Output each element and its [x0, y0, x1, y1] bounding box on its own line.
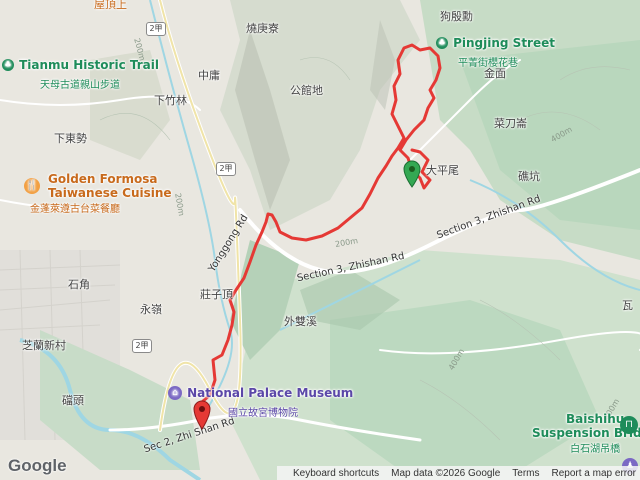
poi-pingjing[interactable]: ♣ Pingjing Street 平菁街櫻花巷 [436, 32, 555, 70]
road-shield: 2甲 [146, 22, 166, 36]
place-label: 下竹林 [154, 94, 187, 107]
place-label: 下東勢 [54, 132, 87, 145]
poi-name-zh: 白石湖吊橋 [570, 444, 621, 455]
google-logo: Google [8, 456, 67, 475]
attribution-bar: Keyboard shortcuts Map data ©2026 Google… [276, 466, 640, 480]
poi-name-en: National Palace Museum [187, 386, 354, 400]
road-shield: 2甲 [132, 339, 152, 353]
poi-name-en: Tianmu Historic Trail [19, 58, 159, 72]
red-pin-icon[interactable] [193, 400, 211, 430]
place-label: 狗殷勳 [440, 10, 473, 23]
poi-name-en: Golden Formosa [48, 172, 158, 186]
poi-name-zh: 天母古道親山步道 [40, 80, 120, 91]
poi-golden-formosa[interactable]: 🍴 Golden Formosa Taiwanese Cuisine 金蓬萊遵古… [4, 172, 172, 215]
place-label: 外雙溪 [284, 315, 317, 328]
place-label: 菜刀崙 [494, 117, 527, 130]
place-label: 大平尾 [426, 164, 459, 177]
poi-name-zh: 平菁街櫻花巷 [458, 58, 518, 69]
map-data-text: Map data ©2026 Google [391, 467, 501, 479]
poi-name-en: Pingjing Street [453, 36, 555, 50]
place-label: 中庸 [198, 69, 220, 82]
place-label: 瓦 [622, 299, 633, 312]
restaurant-icon: 🍴 [24, 178, 40, 194]
place-label: 莊子頂 [200, 288, 233, 301]
report-error-link[interactable]: Report a map error [552, 468, 636, 479]
park-icon: ♣ [2, 58, 14, 71]
poi-name-en2: Taiwanese Cuisine [48, 186, 172, 200]
bridge-icon: ⊓ [620, 416, 638, 434]
museum-icon: ⌂ [168, 385, 182, 400]
park-icon: ♣ [436, 36, 448, 49]
place-label: 公館地 [290, 84, 323, 97]
place-label: 永嶺 [140, 303, 162, 316]
terms-link[interactable]: Terms [512, 468, 539, 479]
green-pin-icon[interactable] [403, 160, 421, 188]
place-label: 燒庚寮 [246, 22, 279, 35]
poi-name-zh: 金蓬萊遵古台菜餐廳 [30, 204, 120, 215]
keyboard-shortcuts-link[interactable]: Keyboard shortcuts [293, 468, 379, 479]
place-label: 礁坑 [518, 170, 540, 183]
place-label: 石角 [68, 278, 90, 291]
place-label: 礑頭 [62, 394, 84, 407]
poi-tianmu[interactable]: ♣ Tianmu Historic Trail 天母古道親山步道 [2, 54, 159, 92]
poi-name-zh: 國立故宮博物院 [228, 408, 298, 419]
place-label: 屋頂上 [94, 0, 127, 11]
place-label: 芝蘭新村 [22, 339, 66, 352]
road-shield: 2甲 [216, 162, 236, 176]
